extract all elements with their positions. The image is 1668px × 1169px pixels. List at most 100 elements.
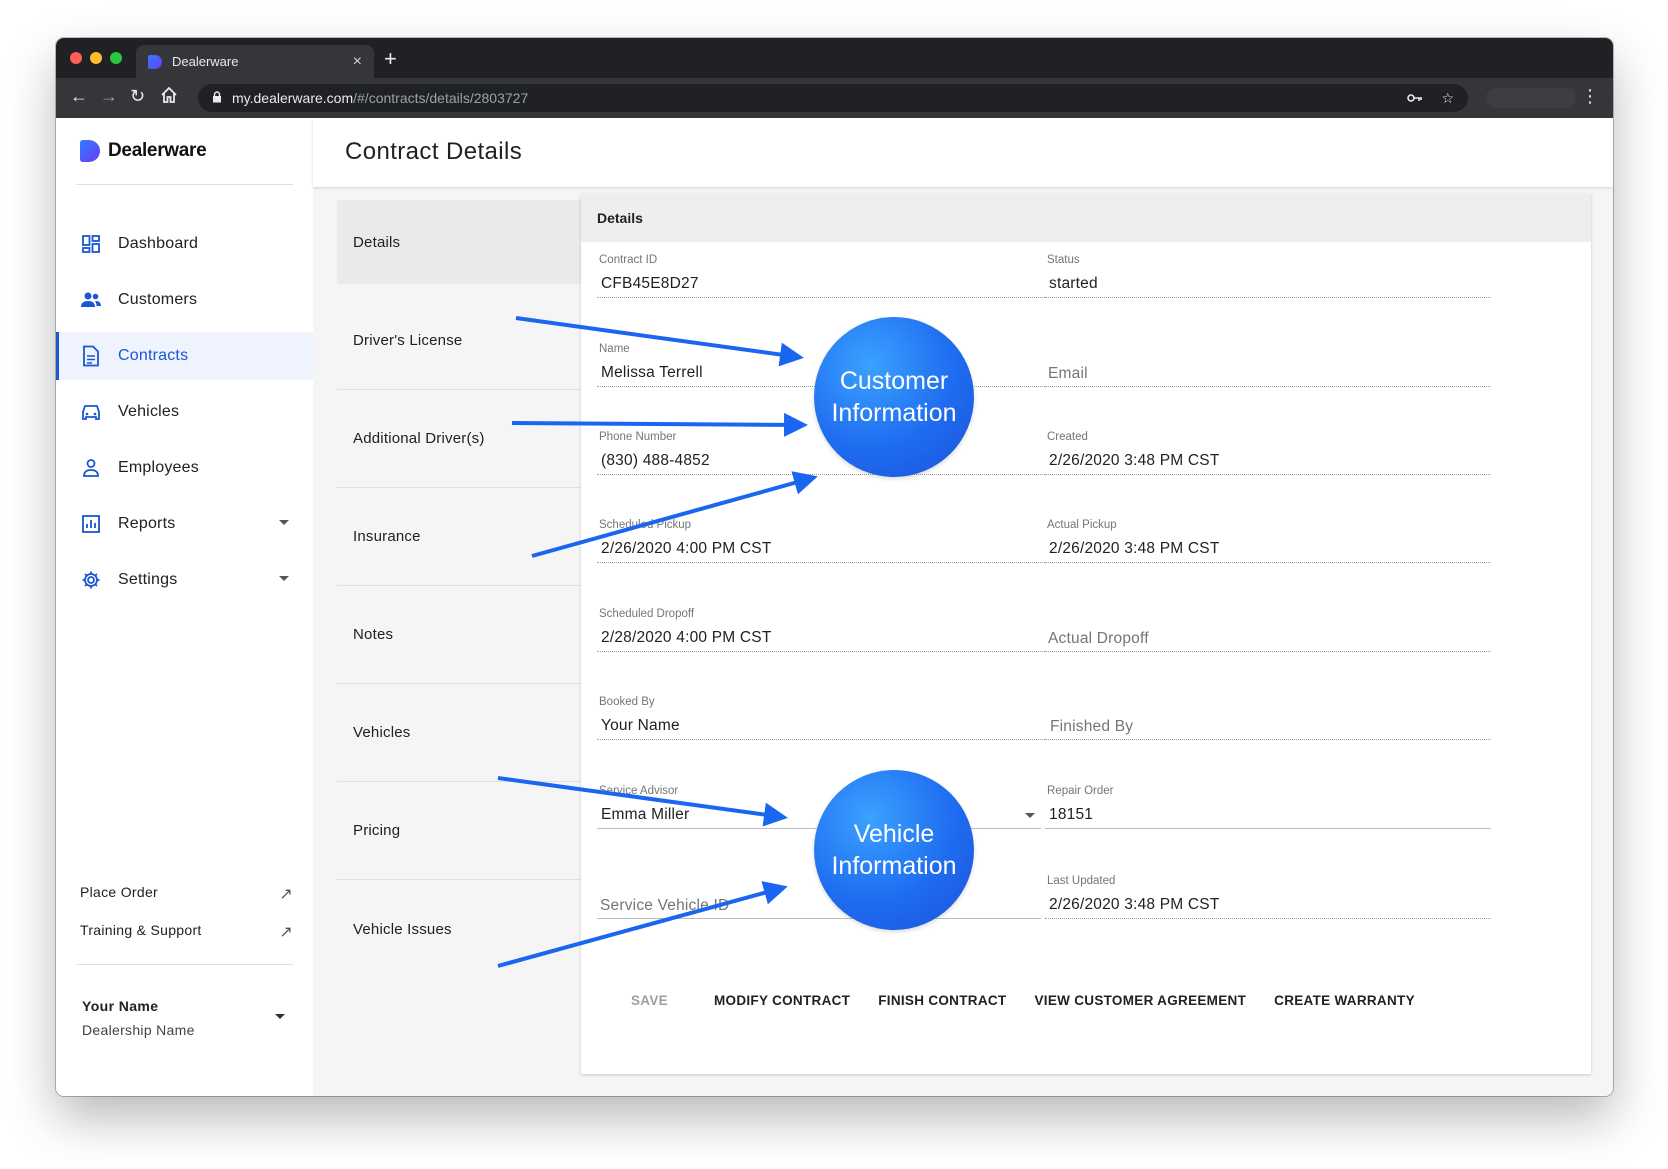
dealerware-logo-icon — [80, 140, 100, 162]
field-value: 18151 — [1049, 806, 1094, 823]
scheduled-pickup-field[interactable]: Scheduled Pickup 2/26/2020 4:00 PM CST — [597, 515, 1067, 563]
phone-number-field[interactable]: Phone Number (830) 488-4852 — [597, 427, 1067, 475]
field-value: 2/26/2020 4:00 PM CST — [601, 540, 772, 557]
field-label: Last Updated — [1047, 875, 1116, 887]
booked-by-field[interactable]: Booked By Your Name — [597, 692, 1067, 740]
field-label: Scheduled Pickup — [599, 519, 692, 531]
tab-close-icon[interactable]: × — [353, 53, 362, 71]
key-icon[interactable] — [1407, 90, 1423, 107]
view-customer-agreement-button[interactable]: VIEW CUSTOMER AGREEMENT — [1020, 982, 1260, 1018]
subnav-item-drivers-license[interactable]: Driver's License — [337, 292, 588, 390]
browser-tab[interactable]: Dealerware × — [136, 45, 374, 78]
subnav-item-insurance[interactable]: Insurance — [337, 488, 588, 586]
brand[interactable]: Dealerware — [80, 140, 207, 162]
email-field[interactable]: Email — [1045, 339, 1491, 387]
gear-icon — [80, 569, 102, 591]
field-value: Emma Miller — [601, 806, 690, 823]
field-label: Actual Pickup — [1047, 519, 1117, 531]
sidebar-item-label: Dashboard — [118, 235, 199, 252]
close-window-button[interactable] — [70, 52, 82, 64]
service-advisor-select[interactable]: Service Advisor Emma Miller — [597, 781, 1041, 829]
scheduled-dropoff-field[interactable]: Scheduled Dropoff 2/28/2020 4:00 PM CST — [597, 604, 1067, 652]
sidebar-nav: Dashboard Customers Contracts Vehicles E… — [56, 220, 313, 612]
people-icon — [80, 289, 102, 311]
maximize-window-button[interactable] — [110, 52, 122, 64]
service-vehicle-id-field[interactable]: Service Vehicle ID — [597, 871, 1041, 919]
contract-actions: SAVE MODIFY CONTRACT FINISH CONTRACT VIE… — [617, 982, 1429, 1018]
field-value: 2/26/2020 3:48 PM CST — [1049, 540, 1220, 557]
actual-pickup-field[interactable]: Actual Pickup 2/26/2020 3:48 PM CST — [1045, 515, 1491, 563]
tab-title: Dealerware — [172, 54, 239, 69]
created-field[interactable]: Created 2/26/2020 3:48 PM CST — [1045, 427, 1491, 475]
subnav-item-additional-drivers[interactable]: Additional Driver(s) — [337, 390, 588, 488]
bar-chart-icon — [80, 513, 102, 535]
car-icon — [80, 401, 102, 423]
browser-menu-icon[interactable]: ⋮ — [1581, 86, 1599, 107]
sidebar: Dealerware Dashboard Customers Contracts… — [56, 118, 313, 1096]
chevron-down-icon[interactable] — [279, 576, 289, 581]
subnav-item-notes[interactable]: Notes — [337, 586, 588, 684]
home-icon[interactable] — [160, 86, 178, 109]
subnav-item-vehicles[interactable]: Vehicles — [337, 684, 588, 782]
field-value: 2/28/2020 4:00 PM CST — [601, 629, 772, 646]
page-header: Contract Details — [313, 118, 1613, 187]
sidebar-item-reports[interactable]: Reports — [56, 500, 313, 548]
status-field[interactable]: Status started — [1045, 250, 1491, 298]
field-value: started — [1049, 275, 1098, 292]
sidebar-divider — [76, 184, 293, 185]
chevron-down-icon[interactable] — [1025, 813, 1035, 818]
sidebar-item-vehicles[interactable]: Vehicles — [56, 388, 313, 436]
url-host: my.dealerware.com — [232, 90, 354, 106]
subnav-item-details[interactable]: Details — [337, 200, 588, 284]
reload-icon[interactable]: ↻ — [130, 86, 145, 107]
create-warranty-button[interactable]: CREATE WARRANTY — [1260, 982, 1429, 1018]
sidebar-item-customers[interactable]: Customers — [56, 276, 313, 324]
profile-avatar[interactable] — [1486, 88, 1576, 108]
field-placeholder: Actual Dropoff — [1048, 630, 1149, 647]
address-bar[interactable]: my.dealerware.com/#/contracts/details/28… — [198, 84, 1468, 112]
field-value: CFB45E8D27 — [601, 275, 699, 292]
subnav-item-vehicle-issues[interactable]: Vehicle Issues — [337, 880, 588, 978]
field-value: Your Name — [601, 717, 680, 734]
sidebar-item-employees[interactable]: Employees — [56, 444, 313, 492]
browser-window: Dealerware × + ← → ↻ my.dealerware.com/#… — [56, 38, 1613, 1096]
field-label: Status — [1047, 254, 1080, 266]
field-label: Scheduled Dropoff — [599, 608, 695, 620]
field-value: 2/26/2020 3:48 PM CST — [1049, 452, 1220, 469]
document-icon — [80, 345, 102, 367]
field-label: Phone Number — [599, 431, 677, 443]
star-icon[interactable]: ☆ — [1441, 90, 1454, 107]
lock-icon — [212, 90, 222, 106]
link-label: Training & Support — [80, 922, 202, 938]
new-tab-button[interactable]: + — [384, 46, 397, 72]
brand-name: Dealerware — [108, 140, 207, 161]
field-label: Created — [1047, 431, 1088, 443]
sidebar-item-settings[interactable]: Settings — [56, 556, 313, 604]
dealership-name: Dealership Name — [82, 1022, 195, 1038]
minimize-window-button[interactable] — [90, 52, 102, 64]
actual-dropoff-field[interactable]: Actual Dropoff — [1045, 604, 1491, 652]
back-arrow-icon[interactable]: ← — [70, 86, 88, 107]
page-title: Contract Details — [345, 138, 523, 165]
training-support-link[interactable]: Training & Support ↗ — [80, 922, 293, 942]
save-button[interactable]: SAVE — [617, 982, 682, 1018]
repair-order-field[interactable]: Repair Order 18151 — [1045, 781, 1491, 829]
user-menu[interactable]: Your Name Dealership Name — [82, 998, 293, 1038]
dealerware-app: Dealerware Dashboard Customers Contracts… — [56, 118, 1613, 1096]
sidebar-item-contracts[interactable]: Contracts — [56, 332, 313, 380]
chevron-down-icon[interactable] — [275, 1014, 285, 1019]
name-field[interactable]: Name Melissa Terrell — [597, 339, 1067, 387]
modify-contract-button[interactable]: MODIFY CONTRACT — [700, 982, 864, 1018]
finished-by-field[interactable]: Finished By — [1045, 692, 1491, 740]
finish-contract-button[interactable]: FINISH CONTRACT — [864, 982, 1020, 1018]
details-card-header: Details — [581, 194, 1591, 242]
field-label: Booked By — [599, 696, 655, 708]
subnav-item-pricing[interactable]: Pricing — [337, 782, 588, 880]
place-order-link[interactable]: Place Order ↗ — [80, 884, 293, 904]
forward-arrow-icon[interactable]: → — [100, 86, 118, 107]
contract-id-field[interactable]: Contract ID CFB45E8D27 — [597, 250, 1067, 298]
last-updated-field[interactable]: Last Updated 2/26/2020 3:48 PM CST — [1045, 871, 1491, 919]
sidebar-item-dashboard[interactable]: Dashboard — [56, 220, 313, 268]
dashboard-icon — [80, 233, 102, 255]
chevron-down-icon[interactable] — [279, 520, 289, 525]
